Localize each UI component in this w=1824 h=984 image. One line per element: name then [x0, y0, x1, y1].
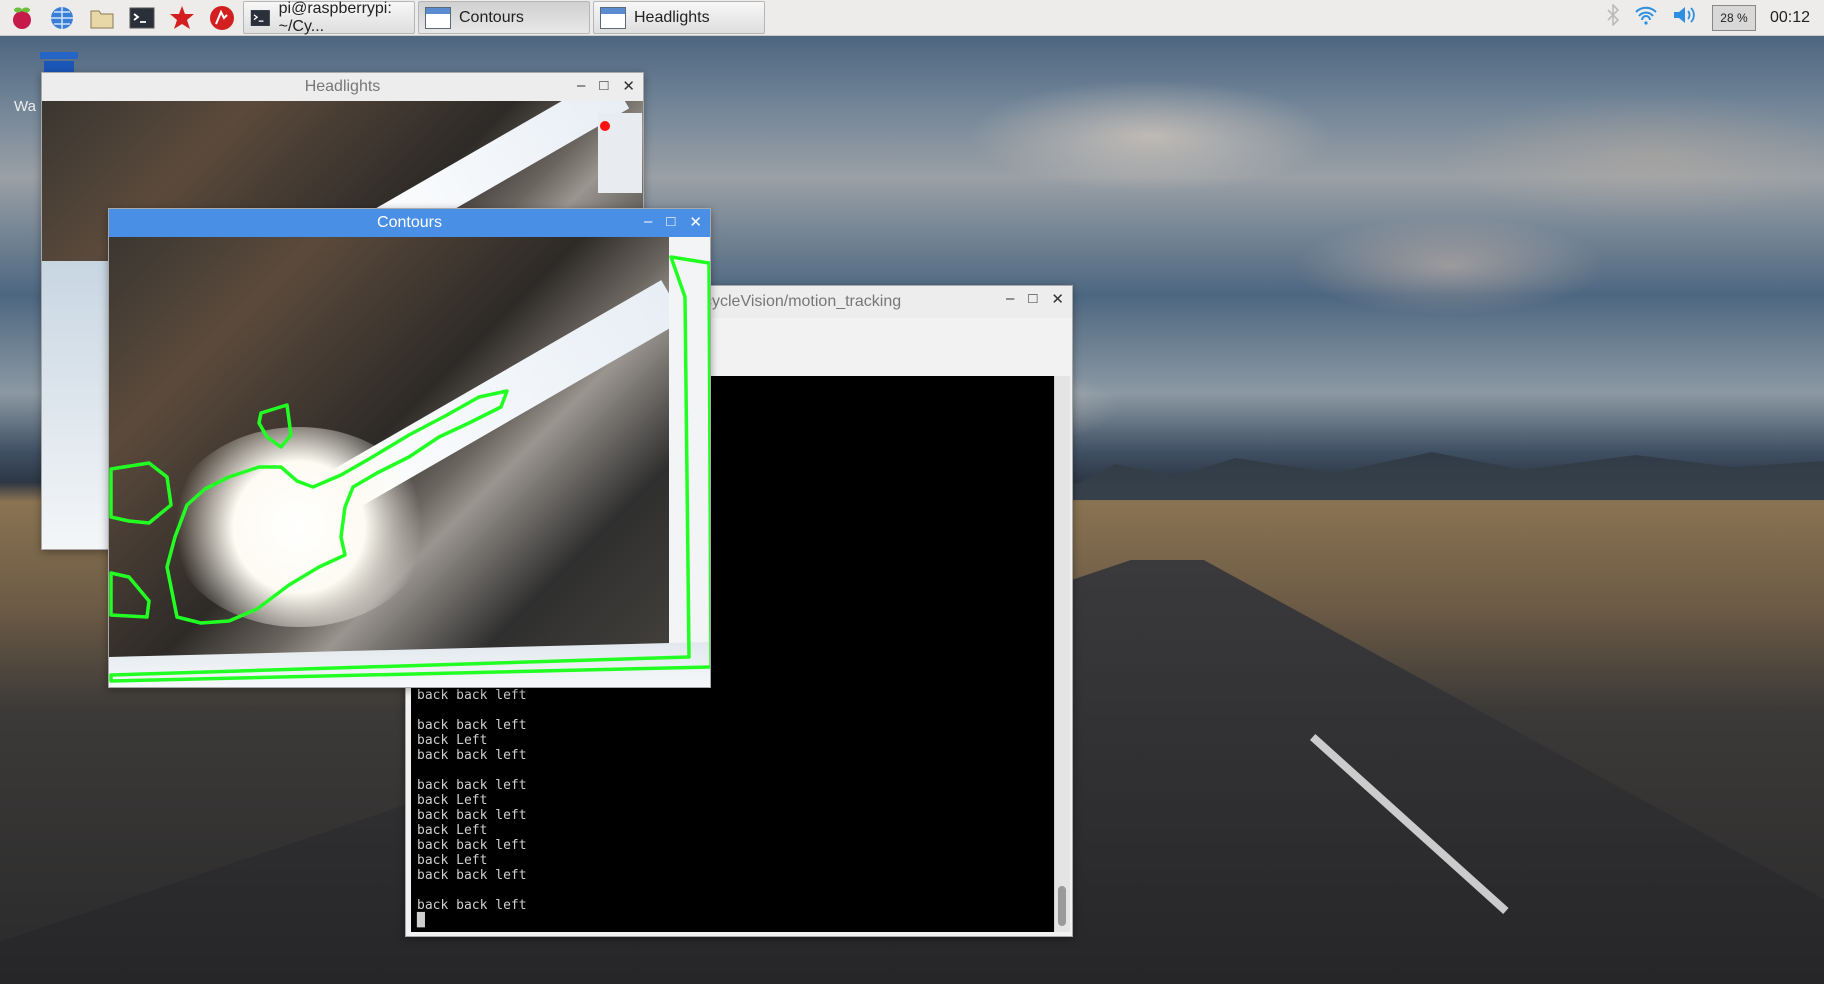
task-headlights[interactable]: Headlights	[593, 1, 765, 34]
terminal-line: back back left	[417, 838, 527, 853]
cpu-monitor[interactable]: 28 %	[1711, 4, 1756, 31]
raspberry-menu-icon[interactable]	[4, 0, 40, 36]
contour-left-bottom	[109, 571, 151, 619]
terminal-icon[interactable]	[124, 0, 160, 36]
task-terminal[interactable]: pi@raspberrypi: ~/Cy...	[243, 0, 415, 35]
terminal-line: back Left	[417, 853, 488, 868]
terminal-line: back back left	[417, 808, 527, 823]
task-label: Headlights	[634, 8, 710, 26]
terminal-line: back back left	[417, 778, 527, 793]
terminal-line: back back left	[417, 898, 527, 913]
terminal-line: back back left	[417, 688, 527, 703]
web-browser-icon[interactable]	[44, 0, 80, 36]
contour-overlay	[109, 255, 710, 683]
contours-camera-view	[109, 237, 710, 687]
scrollbar-thumb[interactable]	[1058, 886, 1066, 926]
minimize-button[interactable]: –	[1006, 290, 1014, 308]
terminal-line: back back left	[417, 868, 527, 883]
bluetooth-icon[interactable]	[1606, 3, 1620, 31]
clock[interactable]: 00:12	[1770, 9, 1810, 27]
bright-region	[42, 261, 112, 549]
contour-main	[165, 389, 509, 625]
close-button[interactable]: ✕	[689, 213, 702, 231]
terminal-scrollbar[interactable]	[1054, 376, 1070, 932]
maximize-button[interactable]: □	[1028, 290, 1037, 308]
window-controls: – □ ✕	[1006, 290, 1064, 308]
terminal-line: back Left	[417, 733, 488, 748]
minimize-button[interactable]: –	[644, 213, 652, 231]
window-controls: – □ ✕	[577, 77, 635, 95]
contour-frame	[109, 255, 710, 683]
trash-label[interactable]: Wa	[14, 98, 36, 115]
window-title: Contours	[377, 214, 442, 231]
volume-icon[interactable]	[1672, 5, 1698, 30]
window-icon	[600, 6, 626, 29]
close-button[interactable]: ✕	[622, 77, 635, 95]
mathematica-icon[interactable]	[164, 0, 200, 36]
terminal-icon	[250, 9, 270, 26]
terminal-lines: back back left back back left back Left bac…	[417, 688, 527, 928]
headlights-titlebar[interactable]: Headlights – □ ✕	[42, 73, 643, 101]
contours-window: Contours – □ ✕	[108, 208, 711, 688]
wifi-icon[interactable]	[1634, 5, 1658, 30]
window-title: Headlights	[304, 78, 381, 95]
window-controls: – □ ✕	[644, 213, 702, 231]
file-manager-icon[interactable]	[84, 0, 120, 36]
terminal-line: █	[417, 913, 425, 928]
contour-small-blob	[257, 403, 293, 449]
close-button[interactable]: ✕	[1051, 290, 1064, 308]
red-marker	[600, 121, 610, 131]
window-icon	[425, 6, 451, 29]
task-label: pi@raspberrypi: ~/Cy...	[278, 0, 392, 35]
terminal-line: back Left	[417, 793, 488, 808]
system-tray: 28 % 00:12	[1606, 3, 1824, 31]
maximize-button[interactable]: □	[666, 213, 675, 231]
wolfram-icon[interactable]	[204, 0, 240, 36]
maximize-button[interactable]: □	[599, 77, 608, 95]
contours-titlebar[interactable]: Contours – □ ✕	[109, 209, 710, 237]
taskbar: pi@raspberrypi: ~/Cy... Contours Headlig…	[0, 0, 1824, 36]
task-contours[interactable]: Contours	[418, 1, 590, 34]
task-label: Contours	[459, 8, 524, 26]
terminal-line: back back left	[417, 748, 527, 763]
terminal-line: back Left	[417, 823, 488, 838]
terminal-line: back back left	[417, 718, 527, 733]
minimize-button[interactable]: –	[577, 77, 585, 95]
window-title: cycleVision/motion_tracking	[704, 293, 902, 310]
contour-left-top	[109, 461, 173, 525]
